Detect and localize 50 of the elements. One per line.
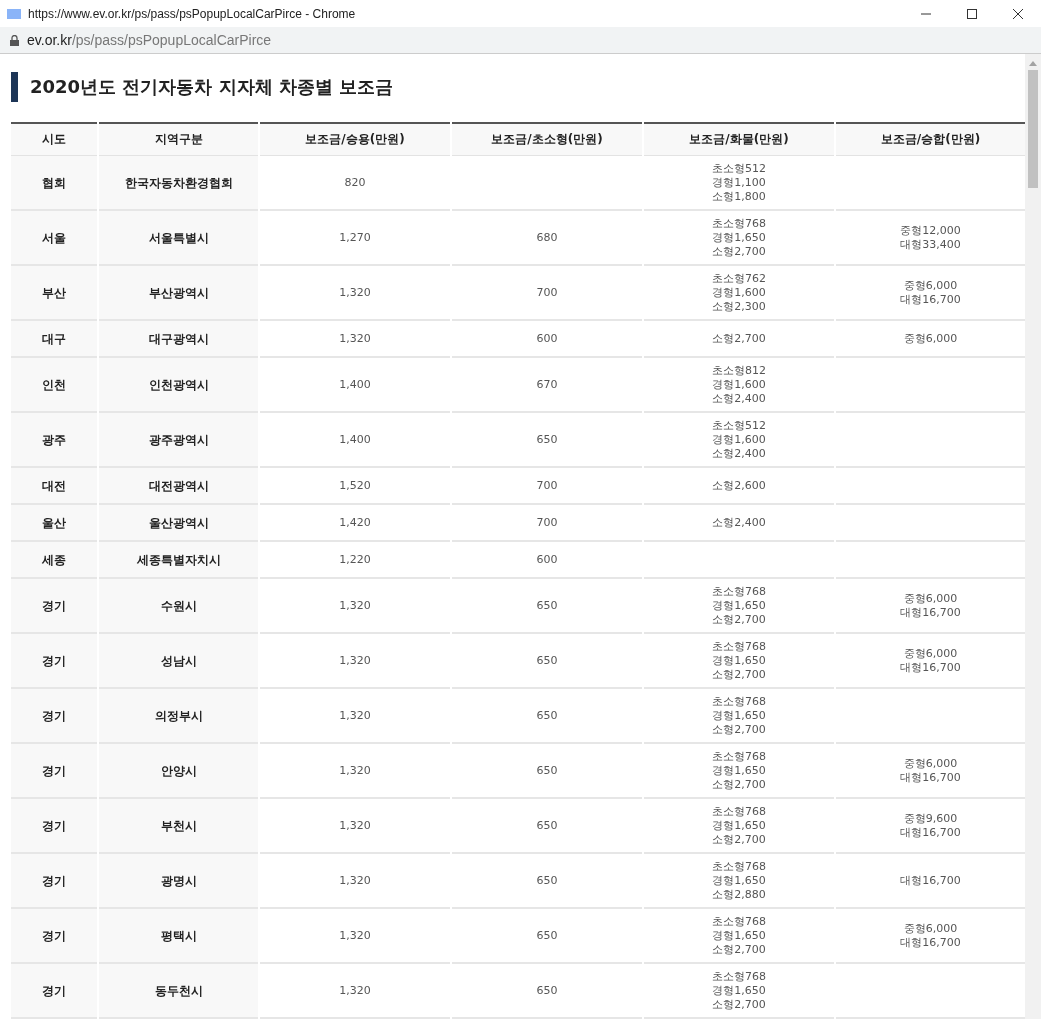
table-cell: 경기 <box>11 634 97 689</box>
table-cell: 성남시 <box>99 634 258 689</box>
table-cell: 안양시 <box>99 744 258 799</box>
table-cell: 광주광역시 <box>99 413 258 468</box>
scroll-up-icon[interactable] <box>1029 60 1037 66</box>
table-cell: 세종특별자치시 <box>99 542 258 579</box>
table-cell: 대전광역시 <box>99 468 258 505</box>
table-cell: 경기 <box>11 689 97 744</box>
table-cell: 협회 <box>11 156 97 211</box>
table-cell: 대구광역시 <box>99 321 258 358</box>
table-cell: 부산광역시 <box>99 266 258 321</box>
column-header: 지역구분 <box>99 122 258 156</box>
url-text[interactable]: ev.or.kr/ps/pass/psPopupLocalCarPirce <box>27 32 272 48</box>
close-icon <box>1013 8 1023 19</box>
column-header: 시도 <box>11 122 97 156</box>
table-cell: 울산광역시 <box>99 505 258 542</box>
table-cell: 경기 <box>11 909 97 964</box>
table-cell: 서울 <box>11 211 97 266</box>
table-cell: 대전 <box>11 468 97 505</box>
table-cell: 부산 <box>11 266 97 321</box>
table-cell: 한국자동차환경협회 <box>99 156 258 211</box>
table-cell: 경기 <box>11 964 97 1019</box>
table-cell: 부천시 <box>99 799 258 854</box>
window-title: https://www.ev.or.kr/ps/pass/psPopupLocalCarPirce - Chrome <box>28 6 357 21</box>
scrollbar[interactable] <box>1025 54 1041 1019</box>
table-cell: 대구 <box>11 321 97 358</box>
table-cell: 경기 <box>11 799 97 854</box>
scrollbar-thumb[interactable] <box>1028 70 1038 188</box>
table-cell: 의정부시 <box>99 689 258 744</box>
table-cell: 세종 <box>11 542 97 579</box>
table-cell: 울산 <box>11 505 97 542</box>
maximize-icon <box>967 8 977 19</box>
table-cell: 인천 <box>11 358 97 413</box>
page-icon <box>6 7 22 20</box>
table-cell: 경기 <box>11 744 97 799</box>
table-cell: 서울특별시 <box>99 211 258 266</box>
column-header: 보조금/초소형(만원) <box>452 122 642 156</box>
table-cell: 경기 <box>11 579 97 634</box>
column-header: 보조금/승합(만원) <box>836 122 1025 156</box>
table-cell: 수원시 <box>99 579 258 634</box>
table-cell: 평택시 <box>99 909 258 964</box>
table-cell: 인천광역시 <box>99 358 258 413</box>
column-header: 보조금/승용(만원) <box>260 122 450 156</box>
table-cell: 광주 <box>11 413 97 468</box>
column-header: 보조금/화물(만원) <box>644 122 834 156</box>
page-title: 2020년도 전기자동차 지자체 차종별 보조금 <box>11 72 1015 102</box>
lock-icon <box>10 34 19 46</box>
table-cell: 경기 <box>11 854 97 909</box>
table-cell: 동두천시 <box>99 964 258 1019</box>
table-cell: 광명시 <box>99 854 258 909</box>
